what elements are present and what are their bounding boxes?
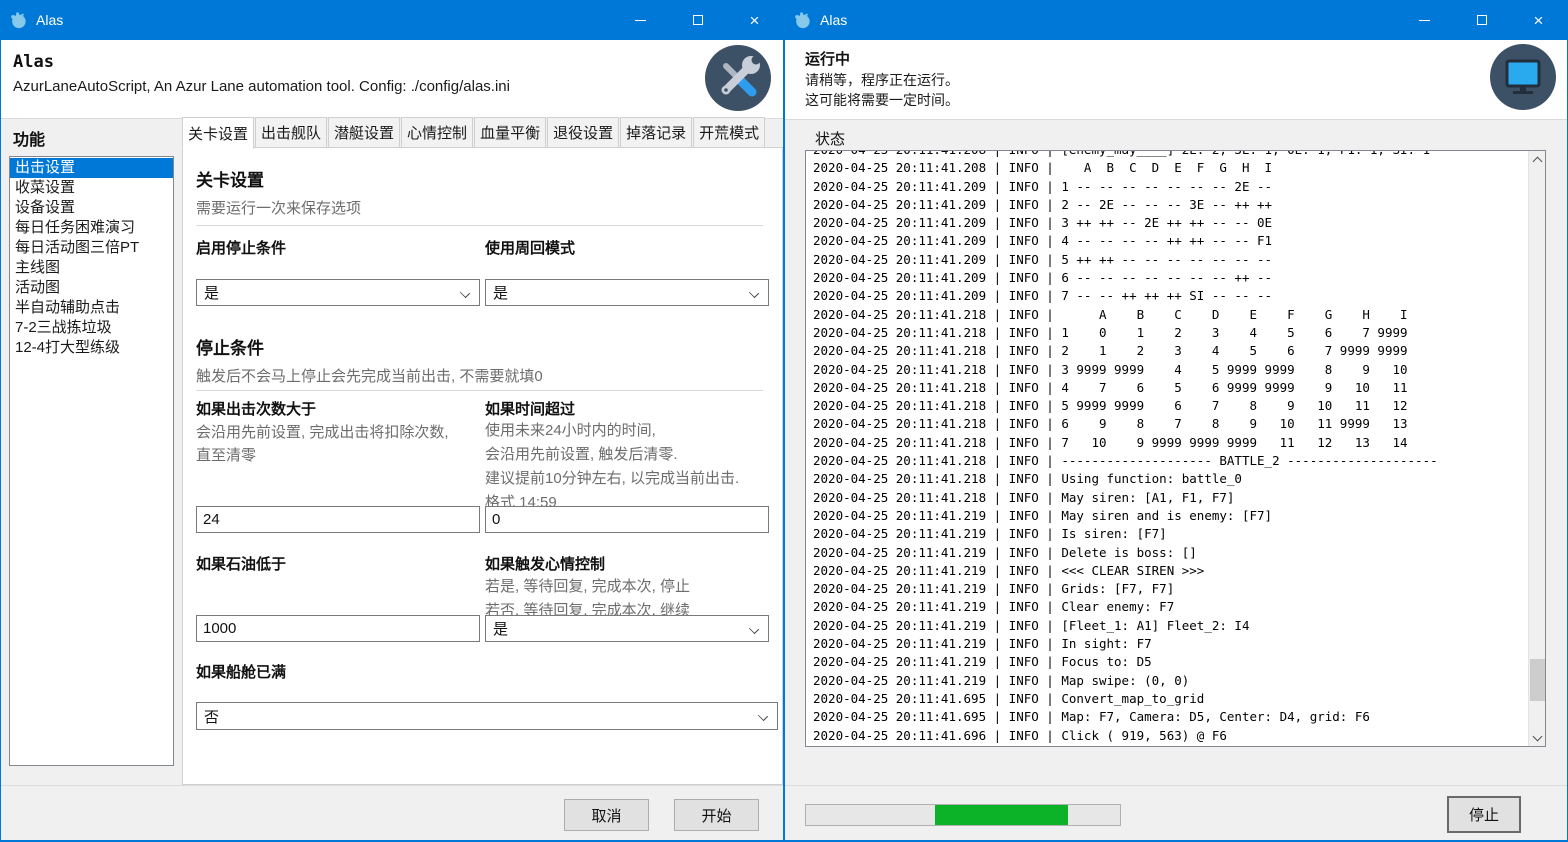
settings-tabs: 关卡设置出击舰队潜艇设置心情控制血量平衡退役设置掉落记录开荒模式 (182, 118, 766, 148)
minimize-button[interactable] (612, 0, 669, 40)
tab[interactable]: 出击舰队 (255, 117, 327, 148)
sidebar-item[interactable]: 收菜设置 (10, 178, 173, 198)
chevron-down-icon (750, 625, 758, 633)
sidebar-item[interactable]: 每日任务困难演习 (10, 218, 173, 238)
chevron-down-icon (750, 289, 758, 297)
scroll-down-icon[interactable] (1529, 729, 1546, 746)
progress-bar (805, 804, 1121, 826)
sidebar-item[interactable]: 每日活动图三倍PT (10, 238, 173, 258)
log-viewer: 2020-04-25 20:11:41.208 | INFO | [enemy_… (805, 150, 1546, 747)
minimize-button[interactable] (1396, 0, 1453, 40)
label-if-count: 如果出击次数大于 (196, 398, 316, 419)
close-button[interactable]: × (1510, 0, 1567, 40)
runner-titlebar: Alas × (785, 0, 1567, 40)
close-icon: × (750, 12, 760, 29)
label-if-oil: 如果石油低于 (196, 553, 286, 574)
label-enable-stop: 启用停止条件 (196, 237, 286, 258)
alas-logo-icon (793, 11, 811, 29)
sidebar-item[interactable]: 12-4打大型练级 (10, 338, 173, 358)
section-title-stop: 停止条件 (196, 334, 264, 359)
progress-indicator (935, 805, 1068, 825)
settings-footer: 取消 开始 (1, 785, 783, 840)
settings-window: Alas × Alas AzurLaneAutoScript, An Azur … (0, 0, 783, 842)
window-title: Alas (820, 12, 847, 28)
maximize-icon (693, 15, 703, 25)
stop-button[interactable]: 停止 (1447, 796, 1521, 833)
close-button[interactable]: × (726, 0, 783, 40)
tab[interactable]: 掉落记录 (620, 117, 692, 148)
settings-form: 关卡设置 需要运行一次来保存选项 启用停止条件 使用周回模式 是 是 停止条件 … (182, 147, 783, 785)
if-time-input[interactable] (485, 506, 769, 533)
maximize-button[interactable] (669, 0, 726, 40)
sidebar-item[interactable]: 7-2三战拣垃圾 (10, 318, 173, 338)
app-name: Alas (13, 52, 54, 72)
tab[interactable]: 关卡设置 (182, 117, 254, 149)
tab[interactable]: 开荒模式 (693, 117, 765, 148)
log-scrollbar[interactable] (1528, 151, 1545, 746)
label-if-dock-full: 如果船舱已满 (196, 661, 286, 682)
window-controls: × (1396, 0, 1567, 40)
alas-logo-icon (9, 11, 27, 29)
tab[interactable]: 潜艇设置 (328, 117, 400, 148)
runner-footer: 停止 (785, 785, 1567, 840)
sidebar-item[interactable]: 出击设置 (10, 158, 173, 178)
app-header: Alas AzurLaneAutoScript, An Azur Lane au… (1, 40, 783, 119)
status-label: 状态 (815, 128, 845, 149)
section-title-stage: 关卡设置 (196, 166, 264, 191)
tab[interactable]: 心情控制 (401, 117, 473, 148)
scroll-up-icon[interactable] (1529, 151, 1546, 168)
close-icon: × (1534, 12, 1544, 29)
maximize-button[interactable] (1453, 0, 1510, 40)
label-use-cycle: 使用周回模式 (485, 237, 575, 258)
help-if-time: 使用未来24小时内的时间, 会沿用先前设置, 触发后清零. 建议提前10分钟左右… (485, 419, 739, 515)
divider (196, 225, 763, 226)
minimize-icon (1419, 20, 1430, 21)
label-if-time: 如果时间超过 (485, 398, 575, 419)
tab[interactable]: 血量平衡 (474, 117, 546, 148)
running-message: 请稍等，程序正在运行。 这可能将需要一定时间。 (805, 70, 959, 110)
app-description: AzurLaneAutoScript, An Azur Lane automat… (13, 78, 510, 95)
sidebar-item[interactable]: 半自动辅助点击 (10, 298, 173, 318)
enable-stop-value: 是 (204, 282, 219, 303)
log-text: 2020-04-25 20:11:41.208 | INFO | [enemy_… (806, 150, 1438, 745)
window-title: Alas (36, 12, 63, 28)
desktop: Alas × Alas AzurLaneAutoScript, An Azur … (0, 0, 1568, 842)
cancel-button[interactable]: 取消 (564, 799, 649, 831)
chevron-down-icon (759, 712, 767, 720)
runner-window: Alas × 运行中 请稍等，程序正在运行。 这可能将需要一定时间。 状态 20… (785, 0, 1568, 842)
tools-icon (705, 45, 771, 111)
label-if-emotion: 如果触发心情控制 (485, 553, 605, 574)
help-if-count: 会沿用先前设置, 完成出击将扣除次数, 直至清零 (196, 421, 449, 467)
running-title: 运行中 (805, 48, 850, 69)
divider (196, 390, 763, 391)
sidebar-item[interactable]: 主线图 (10, 258, 173, 278)
settings-titlebar: Alas × (1, 0, 783, 40)
if-dock-full-select[interactable]: 否 (196, 702, 778, 730)
if-emotion-value: 是 (493, 618, 508, 639)
scrollbar-thumb[interactable] (1530, 659, 1545, 701)
use-cycle-select[interactable]: 是 (485, 279, 769, 306)
chevron-down-icon (461, 289, 469, 297)
if-oil-input[interactable] (196, 615, 480, 642)
tab[interactable]: 退役设置 (547, 117, 619, 148)
runner-header: 运行中 请稍等，程序正在运行。 这可能将需要一定时间。 (785, 40, 1567, 120)
sidebar-item[interactable]: 设备设置 (10, 198, 173, 218)
sidebar-title: 功能 (13, 126, 45, 150)
section-desc-stop: 触发后不会马上停止会先完成当前出击, 不需要就填0 (196, 365, 543, 386)
monitor-icon (1490, 44, 1556, 110)
use-cycle-value: 是 (493, 282, 508, 303)
minimize-icon (635, 20, 646, 21)
if-emotion-select[interactable]: 是 (485, 615, 769, 642)
sidebar-item[interactable]: 活动图 (10, 278, 173, 298)
maximize-icon (1477, 15, 1487, 25)
if-count-input[interactable] (196, 506, 480, 533)
window-controls: × (612, 0, 783, 40)
start-button[interactable]: 开始 (674, 799, 759, 831)
enable-stop-select[interactable]: 是 (196, 279, 480, 306)
function-list: 出击设置收菜设置设备设置每日任务困难演习每日活动图三倍PT主线图活动图半自动辅助… (9, 156, 174, 766)
if-dock-full-value: 否 (204, 706, 219, 727)
section-desc-stage: 需要运行一次来保存选项 (196, 197, 361, 218)
